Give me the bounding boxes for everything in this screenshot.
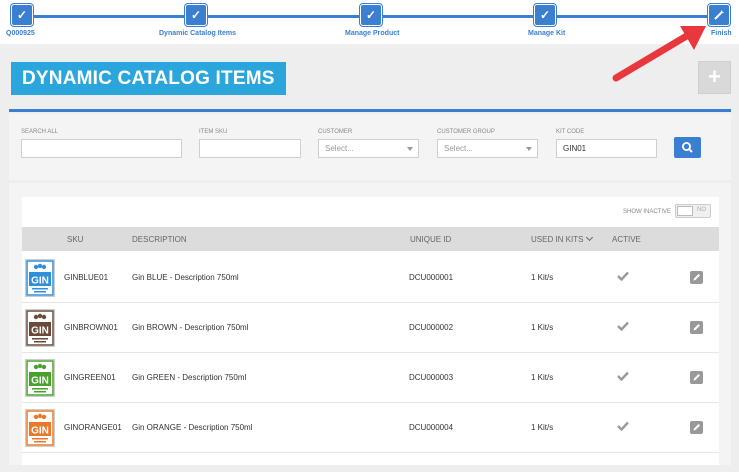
chevron-down-icon — [586, 233, 594, 242]
customer-group-select[interactable]: Select... — [437, 139, 538, 158]
check-icon: ✓ — [534, 4, 556, 26]
show-inactive-label: SHOW INACTIVE — [622, 209, 671, 215]
filter-panel: SEARCH ALL ITEM SKU CUSTOMER Select... C… — [9, 114, 731, 180]
edit-button[interactable] — [690, 371, 703, 384]
column-used-in-kits-label: USED IN KITS — [531, 235, 584, 244]
column-sku[interactable]: SKU — [67, 235, 83, 244]
item-sku-input[interactable] — [199, 139, 301, 158]
product-thumbnail: GIN — [25, 359, 55, 397]
table-row: GIN GINBROWN01 Gin BROWN - Description 7… — [22, 303, 719, 353]
product-thumbnail: GIN — [25, 259, 55, 297]
pencil-icon — [693, 324, 700, 331]
check-icon — [617, 271, 629, 281]
column-used-in-kits[interactable]: USED IN KITS — [531, 233, 594, 244]
page-title: DYNAMIC CATALOG ITEMS — [11, 62, 286, 95]
chevron-down-icon — [526, 147, 532, 151]
step-label-manage-kit: Manage Kit — [528, 30, 566, 37]
description-cell: Gin ORANGE - Description 750ml — [132, 423, 253, 432]
customer-group-select-value: Select... — [444, 144, 473, 153]
step-manage-kit[interactable]: ✓ — [534, 4, 558, 28]
unique-id-cell: DCU000001 — [409, 273, 454, 282]
title-divider — [9, 109, 731, 112]
customer-label: CUSTOMER — [318, 129, 353, 135]
edit-button[interactable] — [690, 321, 703, 334]
add-button[interactable]: + — [698, 61, 731, 94]
pencil-icon — [693, 274, 700, 281]
svg-text:GIN: GIN — [31, 426, 49, 437]
customer-select-value: Select... — [325, 144, 354, 153]
toggle-label: NO — [697, 207, 706, 213]
check-icon — [617, 371, 629, 381]
svg-text:GIN: GIN — [31, 326, 49, 337]
unique-id-cell: DCU000002 — [409, 323, 454, 332]
step-dynamic-catalog-items[interactable]: ✓ — [185, 4, 209, 28]
description-cell: Gin BROWN - Description 750ml — [132, 323, 249, 332]
used-in-kits-cell[interactable]: 1 Kit/s — [531, 273, 553, 282]
svg-text:GIN: GIN — [31, 376, 49, 387]
catalog-table: SHOW INACTIVE NO SKU DESCRIPTION UNIQUE … — [22, 197, 719, 465]
step-label-q000925: Q000925 — [6, 30, 35, 37]
step-manage-product[interactable]: ✓ — [360, 4, 384, 28]
step-label-manage-product: Manage Product — [345, 30, 400, 37]
check-icon: ✓ — [360, 4, 382, 26]
description-cell: Gin BLUE - Description 750ml — [132, 273, 239, 282]
sku-cell: GINGREEN01 — [64, 373, 116, 382]
unique-id-cell: DCU000003 — [409, 373, 454, 382]
search-icon — [681, 142, 693, 153]
unique-id-cell: DCU000004 — [409, 423, 454, 432]
check-icon — [617, 321, 629, 331]
check-icon — [617, 421, 629, 431]
search-all-label: SEARCH ALL — [21, 129, 59, 135]
sku-cell: GINORANGE01 — [64, 423, 122, 432]
edit-button[interactable] — [690, 271, 703, 284]
kit-code-input[interactable]: GIN01 — [556, 139, 657, 158]
column-description[interactable]: DESCRIPTION — [132, 235, 187, 244]
product-thumbnail: GIN — [25, 309, 55, 347]
check-icon: ✓ — [11, 4, 33, 26]
column-active[interactable]: ACTIVE — [612, 235, 641, 244]
used-in-kits-cell[interactable]: 1 Kit/s — [531, 323, 553, 332]
table-row: GIN GINGREEN01 Gin GREEN - Description 7… — [22, 353, 719, 403]
table-panel: SHOW INACTIVE NO SKU DESCRIPTION UNIQUE … — [9, 183, 731, 465]
svg-text:GIN: GIN — [31, 276, 49, 287]
gin-label-image: GIN — [26, 260, 54, 296]
chevron-down-icon — [407, 147, 413, 151]
gin-label-image: GIN — [26, 310, 54, 346]
search-all-input[interactable] — [21, 139, 182, 158]
used-in-kits-cell[interactable]: 1 Kit/s — [531, 373, 553, 382]
page: ✓ Q000925 ✓ Dynamic Catalog Items ✓ Mana… — [0, 0, 739, 472]
table-row: GIN GINORANGE01 Gin ORANGE - Description… — [22, 403, 719, 453]
pencil-icon — [693, 424, 700, 431]
pencil-icon — [693, 374, 700, 381]
customer-group-label: CUSTOMER GROUP — [437, 129, 495, 135]
gin-label-image: GIN — [26, 410, 54, 446]
sku-cell: GINBLUE01 — [64, 273, 109, 282]
sku-cell: GINBROWN01 — [64, 323, 118, 332]
search-button[interactable] — [674, 137, 701, 158]
item-sku-label: ITEM SKU — [199, 129, 228, 135]
edit-button[interactable] — [690, 421, 703, 434]
customer-select[interactable]: Select... — [318, 139, 419, 158]
step-q000925[interactable]: ✓ — [11, 4, 35, 28]
column-unique-id[interactable]: UNIQUE ID — [410, 235, 451, 244]
gin-label-image: GIN — [26, 360, 54, 396]
toggle-knob — [677, 206, 693, 216]
table-header: SKU DESCRIPTION UNIQUE ID USED IN KITS A… — [22, 227, 719, 251]
kit-code-label: KIT CODE — [556, 129, 585, 135]
table-row: GIN GINBLUE01 Gin BLUE - Description 750… — [22, 253, 719, 303]
show-inactive-toggle[interactable]: NO — [675, 204, 711, 218]
product-thumbnail: GIN — [25, 409, 55, 447]
step-label-dynamic-catalog-items: Dynamic Catalog Items — [159, 30, 237, 37]
used-in-kits-cell[interactable]: 1 Kit/s — [531, 423, 553, 432]
description-cell: Gin GREEN - Description 750ml — [132, 373, 247, 382]
check-icon: ✓ — [185, 4, 207, 26]
